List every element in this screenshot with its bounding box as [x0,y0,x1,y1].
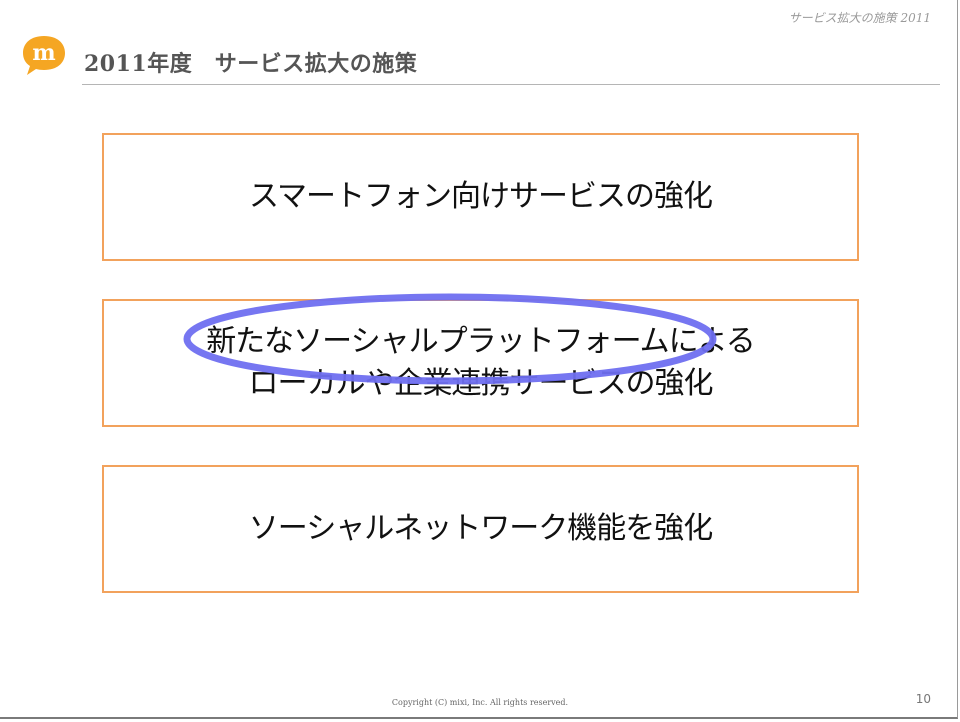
strategy-text: 新たなソーシャルプラットフォームによる ローカルや企業連携サービスの強化 [206,324,756,401]
page-number: 10 [915,692,931,706]
strategy-box-sns: ソーシャルネットワーク機能を強化 [102,465,859,593]
mixi-logo-icon: m [23,36,65,75]
title-divider [82,84,940,85]
strategy-text: ソーシャルネットワーク機能を強化 [248,511,713,546]
running-title: サービス拡大の施策 2011 [788,11,931,25]
strategy-box-smartphone: スマートフォン向けサービスの強化 [102,133,859,261]
page-title: 2011年度 サービス拡大の施策 [84,51,418,77]
slide: サービス拡大の施策 2011 m 2011年度 サービス拡大の施策 スマートフォ… [0,0,958,719]
copyright-notice: Copyright (C) mixi, Inc. All rights rese… [391,698,569,707]
logo-letter: m [32,40,55,66]
strategy-box-social-platform: 新たなソーシャルプラットフォームによる ローカルや企業連携サービスの強化 [102,299,859,427]
strategy-text: スマートフォン向けサービスの強化 [248,179,713,214]
